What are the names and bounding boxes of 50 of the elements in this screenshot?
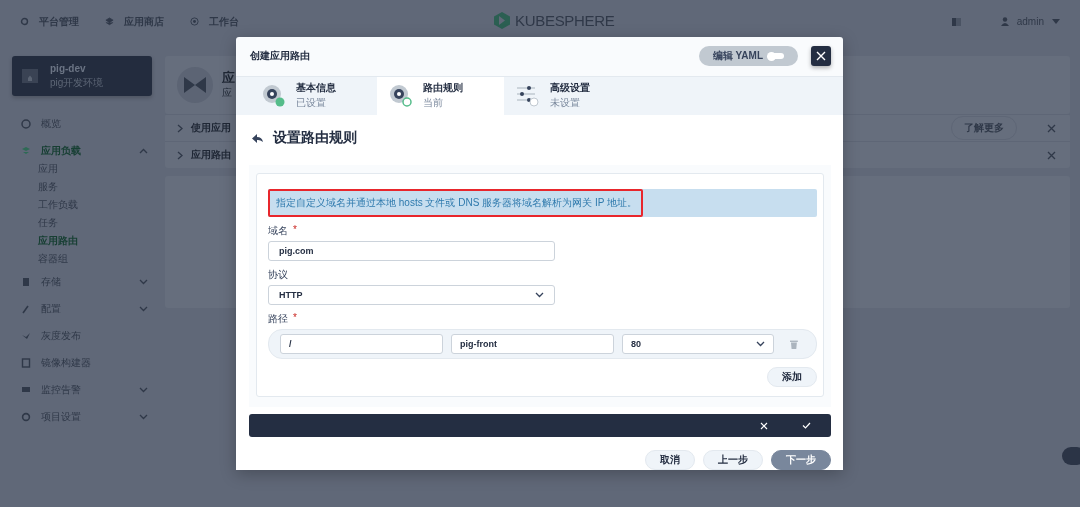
input-field[interactable]: / — [280, 334, 443, 354]
trash-icon[interactable] — [790, 339, 798, 349]
project-name: pig-dev — [50, 62, 87, 74]
expand-chevron-icon — [139, 278, 148, 285]
storage-icon — [21, 276, 31, 287]
select-field[interactable]: 80 — [621, 334, 775, 354]
edit-yaml-toggle[interactable]: 编辑 YAML — [698, 46, 798, 67]
field-label: 协议 — [268, 268, 289, 282]
expand-chevron-icon — [139, 386, 148, 393]
field-label: 路径 * — [268, 312, 298, 326]
logo-icon — [494, 12, 510, 29]
expand-chevron-icon — [139, 305, 148, 312]
image-icon — [21, 357, 31, 368]
caret-icon[interactable] — [1052, 19, 1060, 24]
banner-title: 应用路由 — [191, 148, 232, 162]
expand-chevron-icon[interactable] — [177, 150, 183, 160]
expand-chevron-icon — [139, 413, 148, 420]
check-icon[interactable] — [802, 422, 811, 429]
panel-icon[interactable] — [951, 17, 961, 26]
page-title: 应 — [222, 70, 235, 86]
step-tab[interactable]: 高级设置 未设置 — [504, 77, 631, 115]
monitor-icon — [21, 384, 31, 395]
back-arrow-icon[interactable] — [252, 133, 263, 143]
modal-title: 创建应用路由 — [250, 49, 311, 64]
step-tab[interactable]: 路由规则 当前 — [377, 77, 504, 115]
layers-icon — [105, 17, 114, 26]
select-field[interactable]: HTTP — [268, 285, 555, 305]
dashboard-icon — [190, 17, 199, 26]
sidebar-subitem[interactable]: 应用路由 — [38, 232, 152, 250]
expand-chevron-icon[interactable] — [177, 123, 183, 133]
close-icon — [816, 51, 826, 62]
add-button[interactable]: 添加 — [767, 367, 817, 387]
chevron-icon — [756, 341, 766, 347]
input-field[interactable]: pig.com — [268, 241, 555, 261]
section-heading: 设置路由规则 — [273, 129, 357, 147]
input-field[interactable]: pig-front — [451, 334, 614, 354]
stack-icon — [21, 145, 31, 156]
user-icon — [1000, 17, 1009, 26]
banner-title: 使用应用 — [191, 121, 232, 135]
collapse-chevron-icon — [139, 147, 148, 154]
sidebar-item[interactable]: 应用负载 — [21, 137, 152, 164]
footer-button[interactable]: 取消 — [645, 450, 695, 470]
chevron-icon — [535, 292, 544, 298]
footer-button[interactable]: 上一步 — [703, 450, 763, 470]
close-button[interactable] — [811, 46, 831, 67]
info-text: 指定自定义域名并通过本地 hosts 文件或 DNS 服务器将域名解析为网关 IP 地址。 — [268, 189, 643, 217]
folder-icon — [20, 66, 40, 86]
field-label: 域名 * — [268, 224, 298, 238]
step-tab[interactable]: 基本信息 已设置 — [250, 77, 377, 115]
footer-button[interactable]: 下一步 — [771, 450, 831, 470]
